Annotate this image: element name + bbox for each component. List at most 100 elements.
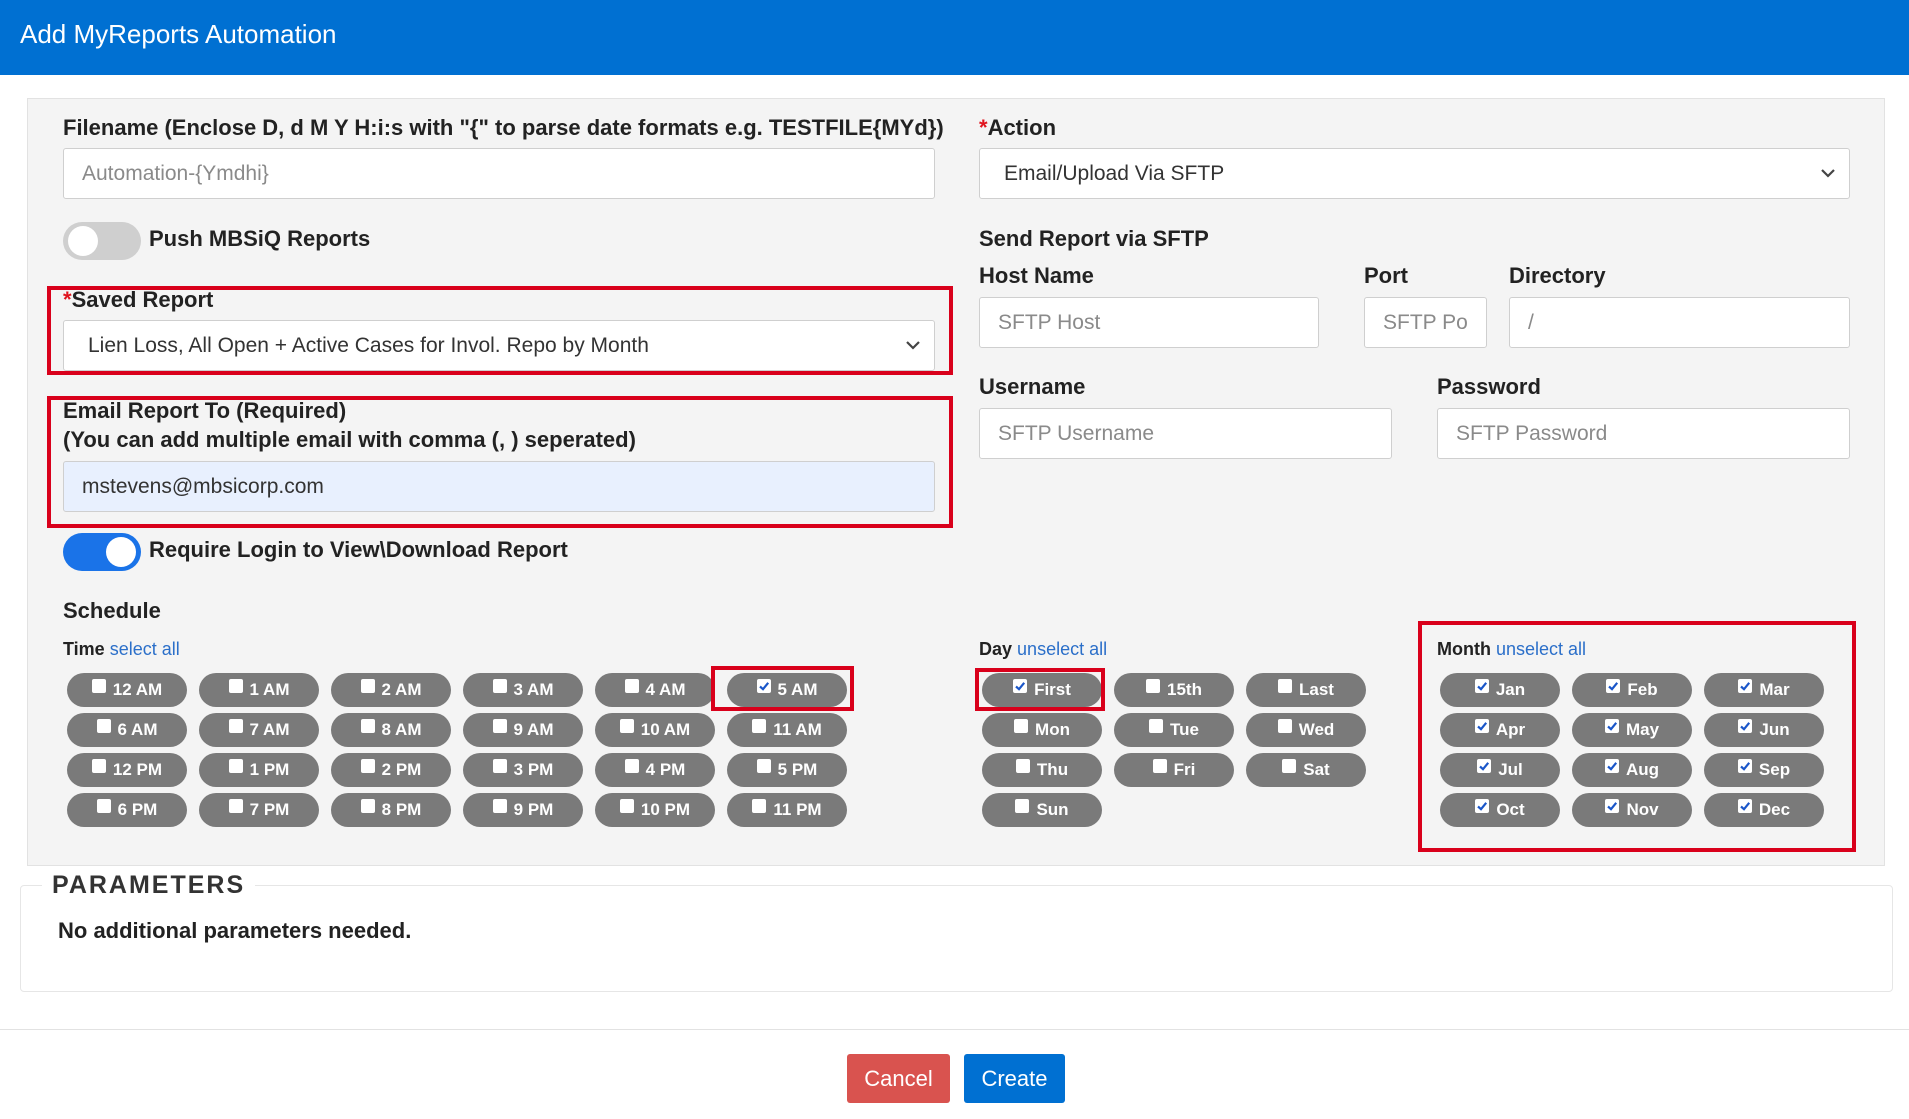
- time-option-9-pm[interactable]: 9 PM: [463, 793, 583, 827]
- checkbox-unchecked-icon[interactable]: [492, 719, 507, 733]
- time-option-4-am[interactable]: 4 AM: [595, 673, 715, 707]
- checkbox-unchecked-icon[interactable]: [1277, 719, 1292, 733]
- checkbox-unchecked-icon[interactable]: [228, 799, 243, 813]
- checkbox-unchecked-icon[interactable]: [1282, 759, 1297, 773]
- checkbox-checked-icon[interactable]: [1738, 679, 1753, 693]
- require-login-toggle[interactable]: [63, 533, 141, 571]
- checkbox-checked-icon[interactable]: [1477, 759, 1492, 773]
- checkbox-unchecked-icon[interactable]: [360, 759, 375, 773]
- time-option-12-pm[interactable]: 12 PM: [67, 753, 187, 787]
- day-option-15th[interactable]: 15th: [1114, 673, 1234, 707]
- checkbox-unchecked-icon[interactable]: [1014, 719, 1029, 733]
- directory-input[interactable]: [1509, 297, 1850, 348]
- checkbox-unchecked-icon[interactable]: [624, 679, 639, 693]
- time-option-8-pm[interactable]: 8 PM: [331, 793, 451, 827]
- username-input[interactable]: [979, 408, 1392, 459]
- time-option-7-pm[interactable]: 7 PM: [199, 793, 319, 827]
- day-option-fri[interactable]: Fri: [1114, 753, 1234, 787]
- time-option-10-pm[interactable]: 10 PM: [595, 793, 715, 827]
- month-option-apr[interactable]: Apr: [1440, 713, 1560, 747]
- saved-report-select[interactable]: Lien Loss, All Open + Active Cases for I…: [63, 320, 935, 371]
- checkbox-unchecked-icon[interactable]: [619, 719, 634, 733]
- checkbox-unchecked-icon[interactable]: [1152, 759, 1167, 773]
- time-option-2-am[interactable]: 2 AM: [331, 673, 451, 707]
- day-option-mon[interactable]: Mon: [982, 713, 1102, 747]
- checkbox-unchecked-icon[interactable]: [1015, 759, 1030, 773]
- host-input[interactable]: [979, 297, 1319, 348]
- month-option-sep[interactable]: Sep: [1704, 753, 1824, 787]
- time-option-4-pm[interactable]: 4 PM: [595, 753, 715, 787]
- month-option-jun[interactable]: Jun: [1704, 713, 1824, 747]
- create-button[interactable]: Create: [964, 1054, 1065, 1103]
- month-option-oct[interactable]: Oct: [1440, 793, 1560, 827]
- checkbox-unchecked-icon[interactable]: [360, 679, 375, 693]
- checkbox-checked-icon[interactable]: [1737, 759, 1752, 773]
- checkbox-checked-icon[interactable]: [1475, 799, 1490, 813]
- time-select-all-link[interactable]: select all: [110, 639, 180, 659]
- month-option-jan[interactable]: Jan: [1440, 673, 1560, 707]
- time-option-10-am[interactable]: 10 AM: [595, 713, 715, 747]
- checkbox-unchecked-icon[interactable]: [1278, 679, 1293, 693]
- time-option-6-pm[interactable]: 6 PM: [67, 793, 187, 827]
- month-option-feb[interactable]: Feb: [1572, 673, 1692, 707]
- month-option-jul[interactable]: Jul: [1440, 753, 1560, 787]
- time-option-2-pm[interactable]: 2 PM: [331, 753, 451, 787]
- push-mbsiq-toggle[interactable]: [63, 222, 141, 260]
- checkbox-unchecked-icon[interactable]: [91, 759, 106, 773]
- time-option-11-pm[interactable]: 11 PM: [727, 793, 847, 827]
- checkbox-unchecked-icon[interactable]: [756, 759, 771, 773]
- checkbox-unchecked-icon[interactable]: [228, 719, 243, 733]
- checkbox-unchecked-icon[interactable]: [360, 719, 375, 733]
- checkbox-checked-icon[interactable]: [1474, 719, 1489, 733]
- checkbox-unchecked-icon[interactable]: [752, 719, 767, 733]
- port-input[interactable]: [1364, 297, 1487, 348]
- day-option-sun[interactable]: Sun: [982, 793, 1102, 827]
- time-option-12-am[interactable]: 12 AM: [67, 673, 187, 707]
- time-option-7-am[interactable]: 7 AM: [199, 713, 319, 747]
- filename-input[interactable]: [63, 148, 935, 199]
- checkbox-checked-icon[interactable]: [1474, 679, 1489, 693]
- time-option-8-am[interactable]: 8 AM: [331, 713, 451, 747]
- time-option-9-am[interactable]: 9 AM: [463, 713, 583, 747]
- checkbox-checked-icon[interactable]: [1606, 679, 1621, 693]
- day-option-tue[interactable]: Tue: [1114, 713, 1234, 747]
- checkbox-unchecked-icon[interactable]: [91, 679, 106, 693]
- day-option-sat[interactable]: Sat: [1246, 753, 1366, 787]
- checkbox-unchecked-icon[interactable]: [360, 799, 375, 813]
- time-option-11-am[interactable]: 11 AM: [727, 713, 847, 747]
- checkbox-checked-icon[interactable]: [1604, 759, 1619, 773]
- checkbox-checked-icon[interactable]: [1604, 719, 1619, 733]
- month-unselect-all-link[interactable]: unselect all: [1496, 639, 1586, 659]
- checkbox-unchecked-icon[interactable]: [96, 799, 111, 813]
- action-select[interactable]: Email/Upload Via SFTP: [979, 148, 1850, 199]
- checkbox-unchecked-icon[interactable]: [752, 799, 767, 813]
- cancel-button[interactable]: Cancel: [847, 1054, 950, 1103]
- checkbox-unchecked-icon[interactable]: [492, 759, 507, 773]
- checkbox-unchecked-icon[interactable]: [228, 679, 243, 693]
- time-option-3-pm[interactable]: 3 PM: [463, 753, 583, 787]
- month-option-aug[interactable]: Aug: [1572, 753, 1692, 787]
- checkbox-unchecked-icon[interactable]: [1146, 679, 1161, 693]
- day-unselect-all-link[interactable]: unselect all: [1017, 639, 1107, 659]
- checkbox-unchecked-icon[interactable]: [228, 759, 243, 773]
- month-option-mar[interactable]: Mar: [1704, 673, 1824, 707]
- day-option-last[interactable]: Last: [1246, 673, 1366, 707]
- time-option-3-am[interactable]: 3 AM: [463, 673, 583, 707]
- checkbox-checked-icon[interactable]: [1737, 799, 1752, 813]
- time-option-6-am[interactable]: 6 AM: [67, 713, 187, 747]
- email-input[interactable]: [63, 461, 935, 512]
- password-input[interactable]: [1437, 408, 1850, 459]
- checkbox-unchecked-icon[interactable]: [492, 799, 507, 813]
- checkbox-unchecked-icon[interactable]: [1015, 799, 1030, 813]
- day-option-wed[interactable]: Wed: [1246, 713, 1366, 747]
- month-option-dec[interactable]: Dec: [1704, 793, 1824, 827]
- day-option-thu[interactable]: Thu: [982, 753, 1102, 787]
- checkbox-unchecked-icon[interactable]: [624, 759, 639, 773]
- checkbox-unchecked-icon[interactable]: [619, 799, 634, 813]
- time-option-1-pm[interactable]: 1 PM: [199, 753, 319, 787]
- time-option-5-pm[interactable]: 5 PM: [727, 753, 847, 787]
- month-option-may[interactable]: May: [1572, 713, 1692, 747]
- checkbox-unchecked-icon[interactable]: [492, 679, 507, 693]
- checkbox-checked-icon[interactable]: [1605, 799, 1620, 813]
- checkbox-checked-icon[interactable]: [1738, 719, 1753, 733]
